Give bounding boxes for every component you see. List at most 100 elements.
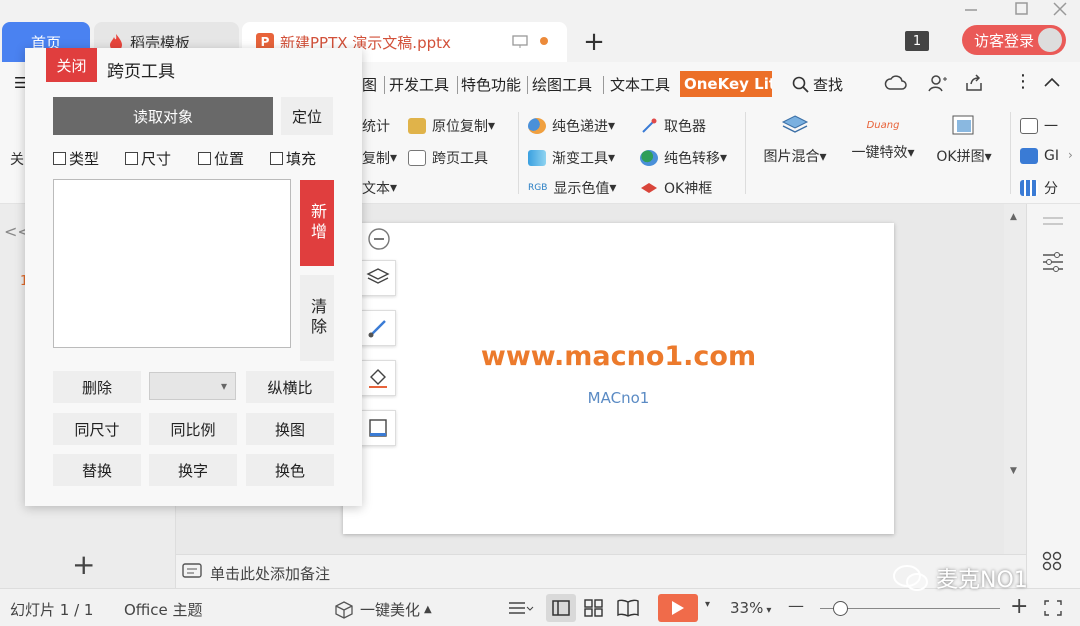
maximize-icon[interactable] [1014, 2, 1030, 16]
replace-button[interactable]: 替换 [53, 454, 141, 486]
monitor-icon[interactable] [512, 35, 528, 49]
more-menu-icon[interactable]: ⋮ [1014, 71, 1032, 92]
guest-login-button[interactable]: 访客登录 [962, 25, 1066, 55]
slide[interactable]: www.macno1.com MACno1 [343, 223, 894, 534]
play-slideshow-button[interactable] [658, 594, 698, 622]
notes-toggle-icon[interactable] [508, 600, 534, 616]
drag-handle-icon[interactable] [1041, 214, 1065, 228]
checkbox-box[interactable] [270, 152, 283, 165]
wechat-icon [893, 565, 928, 591]
slide-title[interactable]: www.macno1.com [343, 341, 894, 372]
ribbon-solid-color-transfer[interactable]: 纯色转移 ▾ [640, 148, 727, 168]
grid-view-icon[interactable] [1041, 550, 1063, 572]
scroll-down-icon[interactable]: ▼ [1010, 466, 1017, 476]
menu-item-dev-tools[interactable]: 开发工具 [389, 74, 449, 95]
read-object-button[interactable]: 读取对象 [53, 97, 273, 135]
zoom-in-button[interactable]: + [1010, 594, 1028, 619]
same-size-button[interactable]: 同尺寸 [53, 413, 141, 445]
unsaved-dot-icon [540, 37, 548, 45]
menu-item-features[interactable]: 特色功能 [461, 74, 521, 95]
search-button[interactable]: 查找 [792, 74, 843, 95]
share-icon[interactable] [964, 73, 984, 93]
menu-item-drawing-tools[interactable]: 绘图工具 [532, 74, 592, 95]
checkbox-type[interactable]: 类型 [53, 148, 99, 169]
aspect-ratio-button[interactable]: 纵横比 [246, 371, 334, 403]
object-list[interactable] [53, 179, 291, 348]
add-slide-button[interactable]: + [72, 548, 95, 581]
swap-color-button[interactable]: 换色 [246, 454, 334, 486]
zoom-slider-thumb[interactable] [833, 601, 848, 616]
ribbon-ok-frame[interactable]: OK神框 [640, 178, 712, 198]
cross-page-icon [408, 150, 426, 166]
menu-item-picture[interactable]: 图 [362, 74, 377, 95]
ribbon-fragment-1[interactable]: 一 [1020, 116, 1058, 136]
checkbox-box[interactable] [53, 152, 66, 165]
swap-text-button[interactable]: 换字 [149, 454, 237, 486]
frame-tool-button[interactable] [360, 410, 396, 446]
close-window-icon[interactable] [1052, 2, 1068, 16]
ribbon-scroll-right-icon[interactable]: › [1068, 148, 1073, 162]
normal-view-button[interactable] [546, 594, 576, 622]
search-icon [792, 76, 809, 93]
delete-button[interactable]: 删除 [53, 371, 141, 403]
locate-button[interactable]: 定位 [281, 97, 333, 135]
checkbox-label: 类型 [69, 150, 100, 168]
ribbon-solid-gradient-step[interactable]: 纯色递进 ▾ [528, 116, 615, 136]
scroll-up-icon[interactable]: ▲ [1010, 212, 1017, 222]
slide-subtitle[interactable]: MACno1 [343, 389, 894, 407]
ribbon-ok-collage[interactable]: OK拼图▾ [930, 114, 998, 166]
swap-image-button[interactable]: 换图 [246, 413, 334, 445]
collapse-ribbon-icon[interactable] [1043, 76, 1061, 88]
ribbon-image-blend[interactable]: 图片混合▾ [758, 114, 832, 166]
grid-icon [1020, 180, 1038, 196]
ribbon-fragment-close[interactable]: 关 [10, 149, 24, 169]
fill-tool-button[interactable] [360, 360, 396, 396]
window-count-badge[interactable]: 1 [905, 31, 929, 51]
same-ratio-button[interactable]: 同比例 [149, 413, 237, 445]
notes-placeholder[interactable]: 单击此处添加备注 [210, 563, 330, 584]
checkbox-box[interactable] [125, 152, 138, 165]
ribbon-show-color-value[interactable]: RGB 显示色值 ▾ [528, 178, 616, 198]
slide-counter: 幻灯片 1 / 1 [10, 601, 94, 619]
play-options-icon[interactable]: ▾ [705, 599, 710, 610]
ribbon-stats[interactable]: 统计 [362, 116, 390, 136]
slide-sorter-icon[interactable] [584, 599, 604, 617]
share-collab-icon[interactable] [928, 74, 948, 92]
ribbon-copy[interactable]: 复制 ▾ [362, 148, 397, 168]
ribbon-cross-page-tool[interactable]: 跨页工具 [408, 148, 488, 168]
checkbox-fill[interactable]: 填充 [270, 148, 316, 169]
beautify-button[interactable]: 一键美化 ▲ [334, 599, 432, 620]
menu-item-text-tools[interactable]: 文本工具 [610, 74, 670, 95]
checkbox-size[interactable]: 尺寸 [125, 148, 171, 169]
menu-item-onekey-lite[interactable]: OneKey Lite [680, 71, 772, 97]
ribbon-one-click-effects[interactable]: Duang 一键特效▾ [843, 114, 923, 162]
ribbon-fragment-2[interactable]: GI [1020, 148, 1059, 164]
brush-tool-button[interactable] [360, 310, 396, 346]
ribbon-fragment-3[interactable]: 分 [1020, 178, 1058, 198]
ribbon-color-picker[interactable]: 取色器 [640, 116, 706, 136]
zoom-level[interactable]: 33% ▾ [730, 599, 771, 617]
item-select[interactable]: ▾ [149, 372, 236, 400]
zoom-out-button[interactable]: — [788, 596, 804, 615]
vertical-scrollbar[interactable]: ▲ ▼ [1004, 204, 1026, 554]
add-button[interactable]: 新增 [300, 180, 334, 266]
checkbox-position[interactable]: 位置 [198, 148, 244, 169]
cloud-sync-icon[interactable] [884, 74, 908, 92]
label: 一键美化 [360, 601, 421, 619]
fit-window-icon[interactable] [1044, 600, 1062, 616]
ribbon-text[interactable]: 文本 ▾ [362, 178, 397, 198]
checkbox-box[interactable] [198, 152, 211, 165]
minimize-icon[interactable] [963, 4, 979, 16]
label: 图片混合 [763, 149, 820, 165]
close-button[interactable]: 关闭 [46, 48, 97, 82]
new-tab-button[interactable]: + [582, 27, 606, 57]
ribbon-gradient-tool[interactable]: 渐变工具 ▾ [528, 148, 615, 168]
reading-view-icon[interactable] [617, 599, 639, 617]
zoom-out-circle-icon[interactable] [367, 227, 391, 251]
layers-tool-button[interactable] [360, 260, 396, 296]
ribbon-in-place-copy[interactable]: 原位复制 ▾ [408, 116, 495, 136]
cube-icon [335, 600, 353, 619]
clear-button[interactable]: 清除 [300, 275, 334, 361]
settings-sliders-icon[interactable] [1041, 250, 1065, 272]
theme-name[interactable]: Office 主题 [124, 599, 203, 620]
